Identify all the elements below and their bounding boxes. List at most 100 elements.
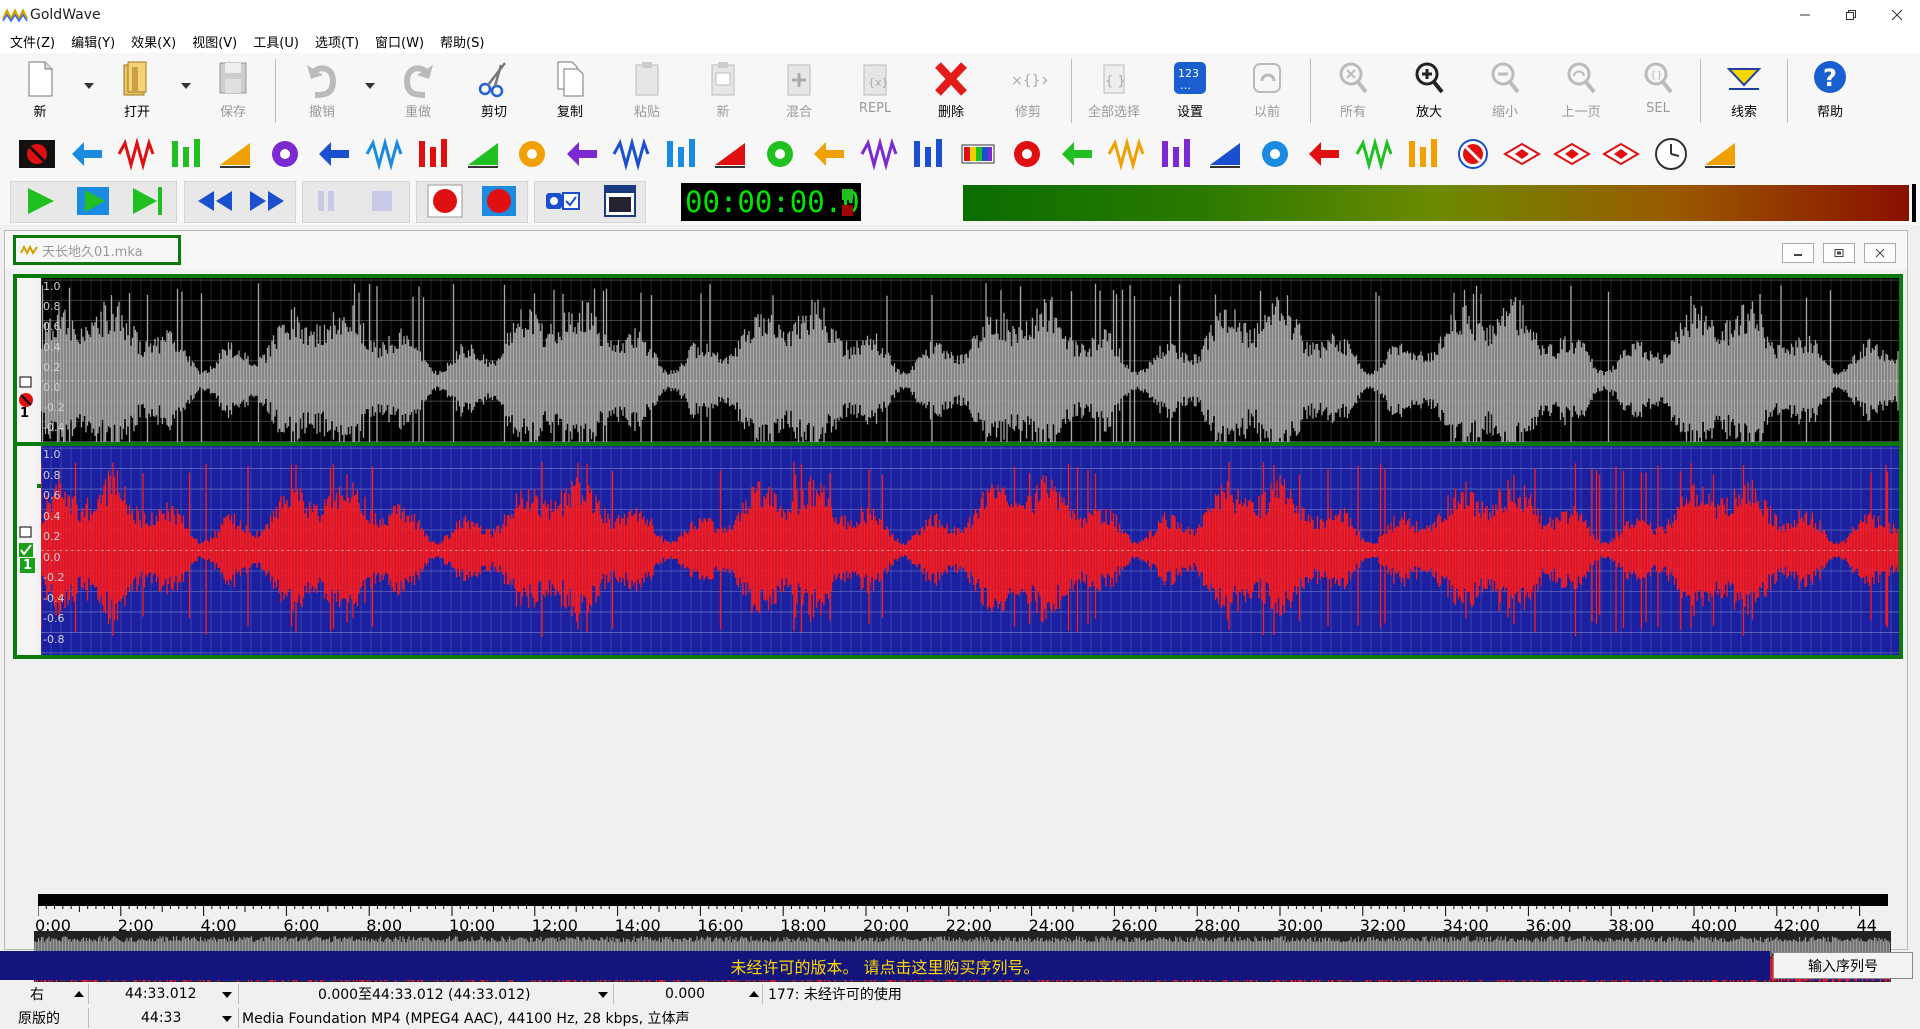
gear-filter-icon[interactable]: [365, 135, 403, 173]
waveform-right[interactable]: 1.0 0.8 0.6 0.4 0.2 0.0 -0.2 -0.4 -0.6 -0.8: [41, 446, 1899, 655]
volume-icon[interactable]: [1008, 135, 1046, 173]
mute-icon[interactable]: [1355, 135, 1393, 173]
zoom-out-button[interactable]: 缩小: [1474, 59, 1536, 125]
wave-icon[interactable]: [266, 135, 304, 173]
device-controls-button[interactable]: [543, 183, 583, 219]
channel-right[interactable]: 1 1.0 0.8 0.6 0.4 0.2 0.0 -0.2 -0.4 -0.6 -0.8: [13, 442, 1903, 659]
fade-icon[interactable]: [612, 135, 650, 173]
diamond-icon[interactable]: [1552, 135, 1591, 173]
unregistered-banner[interactable]: 未经许可的版本。 请点击这里购买序列号。: [0, 951, 1770, 980]
menu-window[interactable]: 窗口(W): [367, 32, 432, 51]
enter-serial-button[interactable]: 输入序列号: [1773, 952, 1913, 979]
stop-effect-icon[interactable]: [18, 135, 56, 173]
zoom-selection-button[interactable]: {} SEL: [1627, 59, 1689, 125]
menu-view[interactable]: 视图(V): [184, 32, 245, 51]
color-bars-icon[interactable]: [959, 135, 997, 173]
position-up-arrow-icon[interactable]: [749, 991, 759, 997]
menu-effects[interactable]: 效果(X): [123, 32, 184, 51]
noise-icon[interactable]: [909, 135, 947, 173]
zoom-previous-button[interactable]: 上一页: [1550, 59, 1612, 125]
no-entry-icon[interactable]: [1454, 135, 1492, 173]
menu-help[interactable]: 帮助(S): [432, 32, 492, 51]
menu-file[interactable]: 文件(Z): [2, 32, 63, 51]
copy-button[interactable]: 复制: [539, 59, 601, 125]
new-dropdown-arrow[interactable]: [84, 83, 94, 89]
selection-dropdown-icon[interactable]: [598, 992, 608, 998]
mixer-sliders-icon[interactable]: [662, 135, 700, 173]
reverb-icon[interactable]: [761, 135, 799, 173]
doppler-icon[interactable]: [117, 135, 155, 173]
balance-icon[interactable]: [1256, 135, 1294, 173]
doc-close-button[interactable]: [1864, 243, 1896, 263]
menu-tools[interactable]: 工具(U): [245, 32, 307, 51]
split-icon[interactable]: [860, 135, 898, 173]
replace-button[interactable]: {x} REPL: [844, 59, 906, 125]
doc-minimize-button[interactable]: [1782, 243, 1814, 263]
rewind-button[interactable]: [194, 183, 234, 219]
cut-silence-icon[interactable]: [167, 135, 205, 173]
spectrum-icon[interactable]: [810, 135, 848, 173]
redo-button[interactable]: 重做: [387, 59, 449, 125]
set-button[interactable]: 123… 设置: [1159, 59, 1221, 125]
delete-button[interactable]: 删除: [920, 59, 982, 125]
cut-button[interactable]: 剪切: [463, 59, 525, 125]
menu-options[interactable]: 选项(T): [307, 32, 367, 51]
diamond-left-icon[interactable]: [1503, 135, 1541, 173]
layers-icon[interactable]: [711, 135, 749, 173]
eq-icon[interactable]: [464, 135, 502, 173]
window-button[interactable]: [600, 183, 640, 219]
close-button[interactable]: [1874, 0, 1920, 29]
fast-forward-button[interactable]: [248, 183, 288, 219]
diamond-right-icon[interactable]: [1602, 135, 1640, 173]
play-selection-button[interactable]: [73, 183, 113, 219]
paste-new-button[interactable]: 新: [692, 59, 754, 125]
record-button[interactable]: [425, 183, 465, 219]
channel-mix-icon[interactable]: [216, 135, 254, 173]
pan-icon[interactable]: [1058, 135, 1096, 173]
save-button[interactable]: 保存: [202, 59, 264, 125]
cue-button[interactable]: 线索: [1713, 59, 1775, 125]
maximize-icon[interactable]: [68, 135, 106, 173]
shape-icon[interactable]: [1206, 135, 1244, 173]
stop-button[interactable]: [362, 183, 402, 219]
undo-dropdown-arrow[interactable]: [365, 83, 375, 89]
play-button[interactable]: [20, 183, 60, 219]
length-dropdown-icon[interactable]: [222, 992, 232, 998]
help-button[interactable]: ? 帮助: [1799, 59, 1861, 125]
select-all-button[interactable]: { } 全部选择: [1083, 59, 1145, 125]
channel-toggle-icon[interactable]: [19, 526, 33, 538]
open-dropdown-arrow[interactable]: [181, 83, 191, 89]
play-to-end-button[interactable]: [127, 183, 167, 219]
original-dropdown-icon[interactable]: [222, 1016, 232, 1022]
channel-toggle-icon[interactable]: [19, 376, 33, 388]
red-arrow-icon[interactable]: [1404, 135, 1442, 173]
record-selection-button[interactable]: [479, 183, 519, 219]
fade-out-icon[interactable]: [1157, 135, 1195, 173]
undo-button[interactable]: 撤销: [291, 59, 353, 125]
channel-up-arrow-icon[interactable]: [74, 991, 84, 997]
flip-icon[interactable]: [513, 135, 551, 173]
channel-enabled-check-icon[interactable]: [18, 542, 34, 558]
pause-button[interactable]: [306, 183, 346, 219]
zoom-in-button[interactable]: 放大: [1398, 59, 1460, 125]
alert-volume-icon[interactable]: [1305, 135, 1343, 173]
speech-icon[interactable]: [1701, 135, 1739, 173]
mix-button[interactable]: 混合: [768, 59, 830, 125]
trim-button[interactable]: ×{}× 修剪: [997, 59, 1059, 125]
clock-icon[interactable]: [1652, 135, 1690, 173]
zoom-all-button[interactable]: 所有: [1322, 59, 1384, 125]
menu-edit[interactable]: 编辑(Y): [63, 32, 123, 51]
previous-button[interactable]: 以前: [1236, 59, 1298, 125]
back-arrow-icon[interactable]: [563, 135, 601, 173]
open-button[interactable]: 打开: [106, 59, 168, 125]
timeline-ruler[interactable]: 0:00 2:00 4:00 6:00 8:00 10:00 12:00 14:00 16:00…: [35, 894, 1888, 935]
waveform-plot[interactable]: [41, 446, 1899, 655]
new-button[interactable]: 新: [9, 59, 71, 125]
echo-icon[interactable]: [315, 135, 353, 173]
doc-restore-button[interactable]: [1823, 243, 1855, 263]
minimize-button[interactable]: [1782, 0, 1828, 29]
document-title-tab[interactable]: 天长地久01.mka: [13, 235, 181, 265]
restore-button[interactable]: [1828, 0, 1874, 29]
color-wheel-icon[interactable]: [414, 135, 452, 173]
fade-in-icon[interactable]: [1107, 135, 1145, 173]
